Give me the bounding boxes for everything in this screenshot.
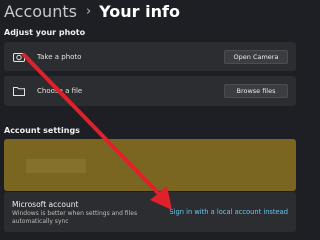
section-label-adjust-photo: Adjust your photo [4,28,86,37]
section-label-account-settings: Account settings [4,126,80,135]
page-header: Accounts › Your info [4,0,180,22]
take-photo-row: Take a photo Open Camera [4,42,296,71]
microsoft-account-title: Microsoft account [12,200,79,209]
microsoft-account-description: Windows is better when settings and file… [12,210,138,225]
choose-file-row: Choose a file Browse files [4,76,296,106]
folder-icon [13,87,25,96]
sign-in-local-account-link[interactable]: Sign in with a local account instead [169,208,288,216]
redacted-account-info [26,159,86,173]
breadcrumb-accounts[interactable]: Accounts [4,2,77,21]
take-photo-label: Take a photo [37,52,82,61]
microsoft-account-row: Microsoft account Windows is better when… [4,192,296,232]
breadcrumb-separator: › [85,3,92,19]
account-profile-card [4,139,296,191]
choose-file-label: Choose a file [37,87,83,95]
camera-icon [13,52,25,62]
browse-files-button[interactable]: Browse files [224,84,288,98]
page-title: Your info [99,1,180,21]
open-camera-button[interactable]: Open Camera [224,49,288,64]
